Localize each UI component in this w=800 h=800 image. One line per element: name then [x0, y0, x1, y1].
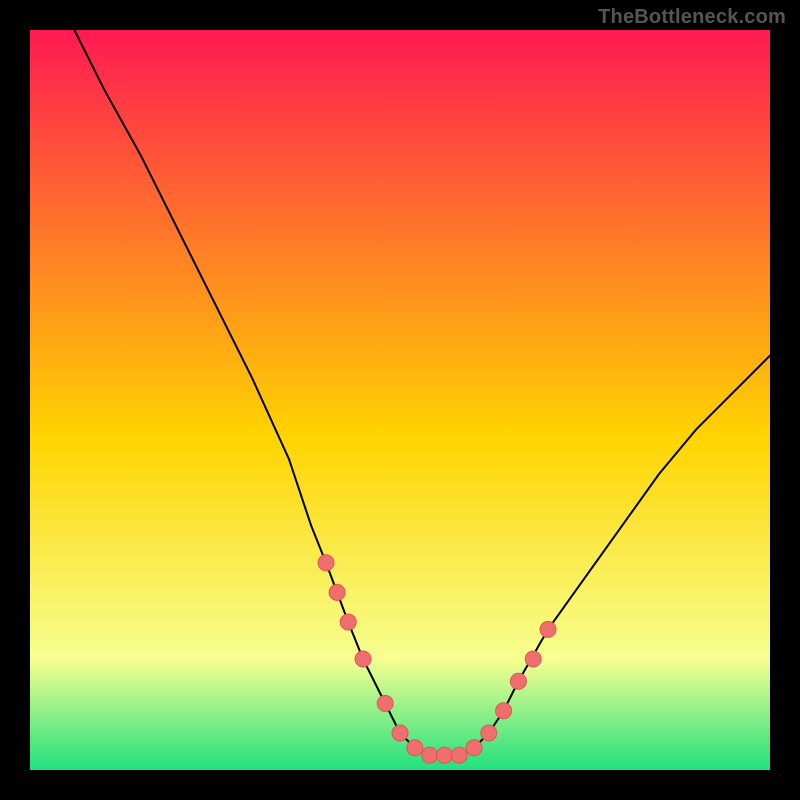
chart-frame: TheBottleneck.com — [0, 0, 800, 800]
gradient-background — [30, 30, 770, 770]
marker-point — [407, 740, 423, 756]
marker-point — [451, 747, 467, 763]
marker-point — [392, 725, 408, 741]
marker-point — [481, 725, 497, 741]
bottleneck-plot-svg — [30, 30, 770, 770]
watermark-text: TheBottleneck.com — [598, 6, 786, 29]
marker-point — [540, 621, 556, 637]
marker-point — [496, 703, 512, 719]
marker-point — [510, 673, 526, 689]
marker-point — [525, 651, 541, 667]
plot-area — [30, 30, 770, 770]
marker-point — [340, 614, 356, 630]
marker-point — [466, 740, 482, 756]
marker-point — [318, 555, 334, 571]
marker-point — [377, 695, 393, 711]
marker-point — [355, 651, 371, 667]
marker-point — [329, 584, 345, 600]
marker-point — [436, 747, 452, 763]
marker-point — [422, 747, 438, 763]
